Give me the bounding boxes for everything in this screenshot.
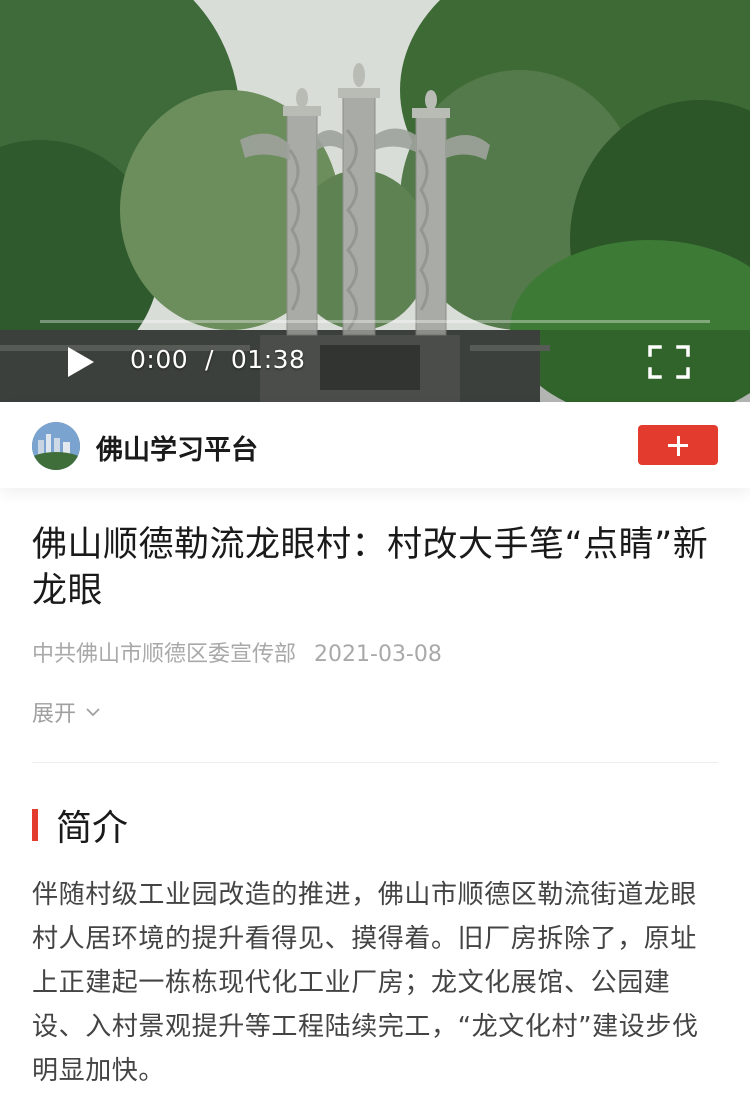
time-separator-char: /	[205, 345, 214, 374]
follow-button[interactable]	[638, 425, 718, 465]
account-bar: 佛山学习平台	[0, 402, 750, 488]
article-body: 佛山顺德勒流龙眼村：村改大手笔“点睛”新龙眼 中共佛山市顺德区委宣传部 2021-…	[0, 522, 750, 1093]
article-source[interactable]: 中共佛山市顺德区委宣传部	[32, 642, 296, 667]
intro-section-header: 简介	[32, 799, 718, 851]
intro-text: 伴随村级工业园改造的推进，佛山市顺德区勒流街道龙眼村人居环境的提升看得见、摸得着…	[32, 880, 699, 1086]
section-accent-bar	[32, 809, 38, 841]
expand-label: 展开	[32, 702, 77, 727]
video-progress-bar[interactable]	[40, 320, 710, 323]
current-time: 0:00	[130, 345, 189, 374]
video-time: 0:00 / 01:38	[130, 345, 305, 374]
video-frame-image	[0, 0, 750, 402]
video-player[interactable]: 0:00 / 01:38	[0, 0, 750, 402]
avatar-image	[32, 422, 80, 470]
play-icon[interactable]	[62, 344, 98, 380]
expand-button[interactable]: 展开	[32, 696, 122, 728]
article-meta: 中共佛山市顺德区委宣传部 2021-03-08	[32, 636, 718, 668]
fullscreen-icon[interactable]	[648, 345, 690, 379]
time-space	[214, 345, 222, 374]
account-avatar[interactable]	[32, 422, 80, 470]
chevron-down-icon	[86, 708, 100, 717]
duration: 01:38	[230, 345, 306, 374]
account-name[interactable]: 佛山学习平台	[96, 428, 258, 467]
divider	[32, 762, 718, 763]
article-title: 佛山顺德勒流龙眼村：村改大手笔“点睛”新龙眼	[32, 525, 709, 611]
time-separator	[197, 345, 205, 374]
article-date: 2021-03-08	[314, 642, 442, 667]
intro-heading: 简介	[56, 808, 129, 849]
